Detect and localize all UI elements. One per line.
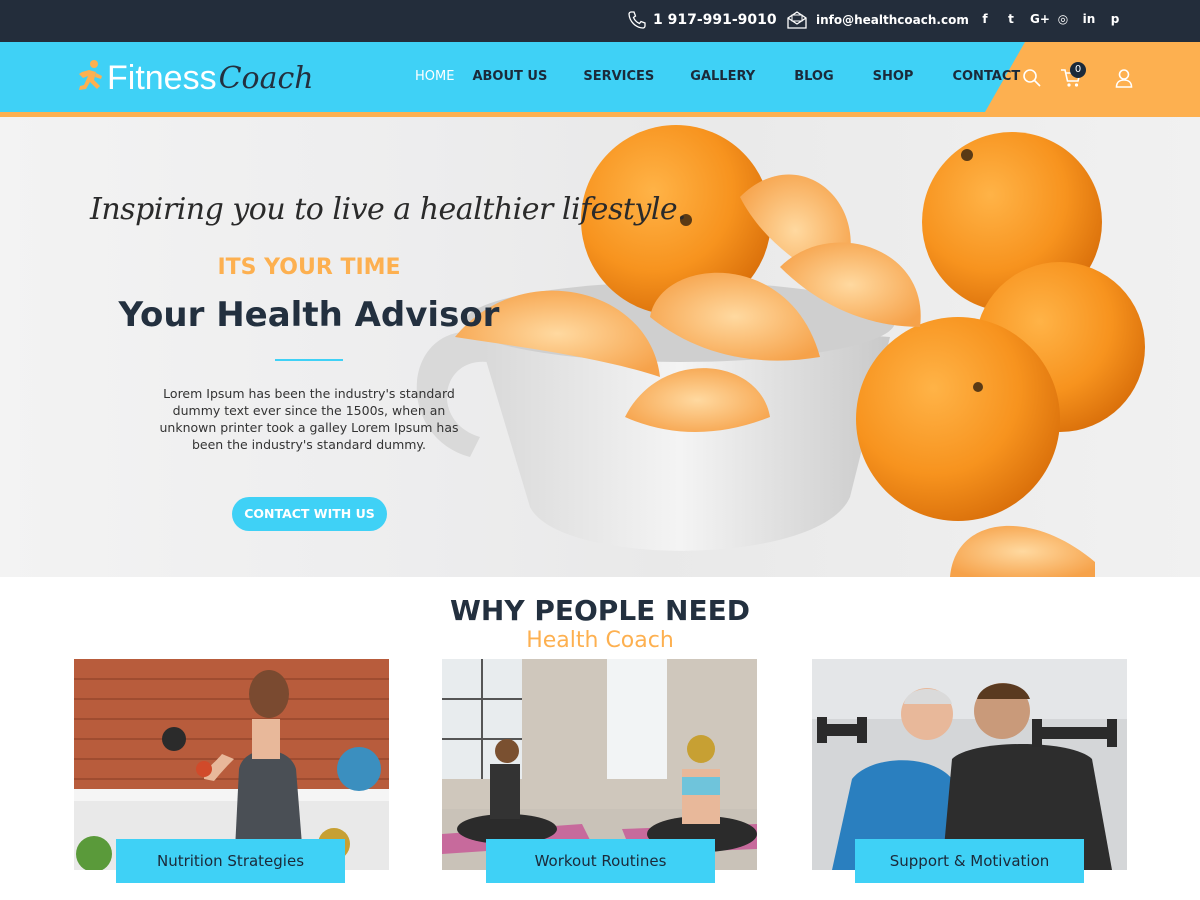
phone-number[interactable]: 1 917-991-9010: [653, 12, 777, 28]
top-bar: 1 917-991-9010 info@healthcoach.com f t …: [0, 0, 1200, 42]
contact-with-us-button[interactable]: CONTACT WITH US: [232, 497, 387, 531]
facebook-icon[interactable]: f: [978, 12, 992, 26]
nav-item-blog[interactable]: BLOG: [794, 69, 833, 84]
phone-contact[interactable]: 1 917-991-9010: [627, 10, 777, 30]
nav-item-shop[interactable]: SHOP: [873, 69, 914, 84]
hero-script-tagline: Inspiring you to live a healthier lifest…: [90, 192, 687, 227]
social-links: f t G+ ◎ in p: [978, 12, 1122, 26]
user-icon[interactable]: [1114, 68, 1134, 88]
section-title: WHY PEOPLE NEED: [450, 594, 750, 627]
nav-item-gallery[interactable]: GALLERY: [690, 69, 755, 84]
logo-text-fitness: Fitness: [107, 58, 217, 97]
twitter-icon[interactable]: t: [1004, 12, 1018, 26]
runner-logo-icon: [79, 60, 102, 90]
cart-count-badge: 0: [1070, 62, 1086, 78]
hero-banner: Inspiring you to live a healthier lifest…: [0, 117, 1200, 577]
pinterest-icon[interactable]: p: [1108, 12, 1122, 26]
card-label-nutrition[interactable]: Nutrition Strategies: [116, 839, 345, 883]
logo-text-coach: Coach: [218, 60, 314, 96]
hero-divider: [275, 359, 343, 361]
card-label-support[interactable]: Support & Motivation: [855, 839, 1084, 883]
hero-title: Your Health Advisor: [118, 295, 500, 335]
nav-item-about-us[interactable]: ABOUT US: [472, 69, 547, 84]
hero-eyebrow: ITS YOUR TIME: [217, 255, 401, 280]
phone-icon: [628, 11, 646, 29]
main-nav: HOME ABOUT US SERVICES GALLERY BLOG SHOP…: [415, 69, 1020, 84]
nav-item-home[interactable]: HOME: [415, 69, 454, 84]
linkedin-icon[interactable]: in: [1082, 12, 1096, 26]
site-logo[interactable]: Fitness Coach: [75, 56, 314, 100]
google-plus-icon[interactable]: G+: [1030, 12, 1050, 26]
envelope-icon: [787, 11, 807, 29]
card-label-workout[interactable]: Workout Routines: [486, 839, 715, 883]
header-actions: 0: [1022, 62, 1134, 88]
email-contact[interactable]: info@healthcoach.com: [786, 10, 969, 30]
hero-image-oranges: [416, 125, 1145, 577]
cart-button[interactable]: 0: [1060, 62, 1086, 88]
email-address[interactable]: info@healthcoach.com: [816, 13, 969, 27]
nav-item-services[interactable]: SERVICES: [583, 69, 654, 84]
section-subtitle: Health Coach: [526, 628, 674, 653]
search-icon[interactable]: [1022, 68, 1042, 88]
hero-description: Lorem Ipsum has been the industry's stan…: [159, 386, 459, 452]
instagram-icon[interactable]: ◎: [1056, 12, 1070, 26]
nav-item-contact[interactable]: CONTACT: [952, 69, 1020, 84]
